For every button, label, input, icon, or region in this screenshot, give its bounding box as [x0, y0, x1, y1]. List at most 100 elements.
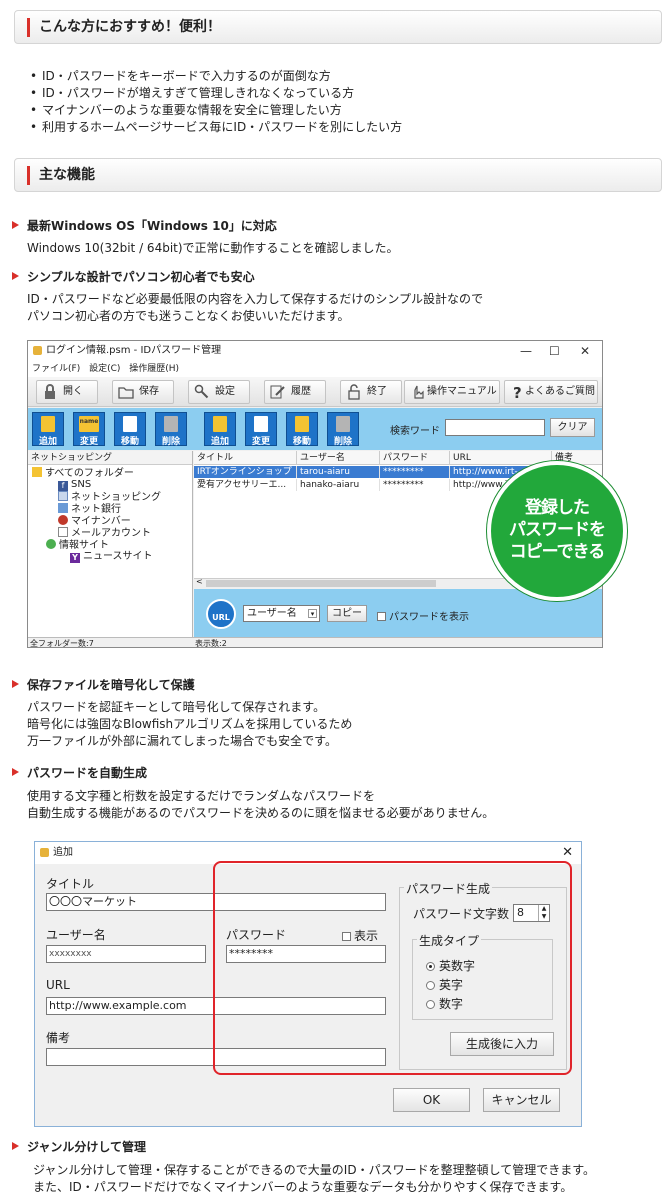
feature-desc: ID・パスワードなど必要最低限の内容を入力して保存するだけのシンプル設計なので … — [27, 291, 483, 325]
yahoo-icon: Y — [70, 553, 80, 563]
search-input[interactable] — [445, 419, 545, 436]
copy-button[interactable]: コピー — [327, 605, 367, 622]
card-icon — [58, 503, 68, 513]
column-header[interactable]: タイトル — [194, 451, 297, 465]
tree-label: マイナンバー — [71, 516, 131, 527]
close-button[interactable]: ✕ — [580, 341, 590, 361]
menu-settings[interactable]: 設定(C) — [89, 364, 120, 374]
section-header-features: 主な機能 — [14, 158, 662, 192]
folder-move-button[interactable]: 移動 — [114, 412, 146, 447]
note-label: 備考 — [46, 1031, 71, 1045]
scroll-thumb[interactable] — [206, 580, 436, 587]
show-password-toggle[interactable]: パスワードを表示 — [377, 608, 469, 623]
op-label: 追加 — [210, 437, 229, 447]
item-delete-button[interactable]: 削除 — [327, 412, 359, 447]
desc-line: ジャンル分けして管理・保存することができるので大量のID・パスワードを整理整頓し… — [33, 1163, 596, 1177]
folder-icon — [118, 387, 134, 399]
clear-button[interactable]: クリア — [550, 418, 595, 437]
op-label: 削除 — [161, 437, 180, 447]
table-cell[interactable]: ********* — [380, 466, 450, 478]
minimize-button[interactable]: — — [520, 341, 532, 361]
table-cell[interactable]: IRTオンラインショップ — [194, 466, 297, 478]
op-label: 変更 — [79, 437, 98, 447]
item-add-button[interactable]: 追加 — [204, 412, 236, 447]
tree-label: ネット銀行 — [71, 504, 121, 515]
feature-desc: Windows 10(32bit / 64bit)で正常に動作することを確認しま… — [27, 240, 399, 257]
feature-desc: 使用する文字種と桁数を設定するだけでランダムなパスワードを 自動生成する機能があ… — [27, 788, 494, 822]
desc-line: Windows 10(32bit / 64bit)で正常に動作することを確認しま… — [27, 241, 399, 255]
scroll-left-icon[interactable]: < — [196, 577, 203, 586]
folder-icon — [32, 467, 42, 477]
faq-button[interactable]: ? よくあるご質問 — [504, 380, 598, 404]
dialog-title: 追加 — [53, 847, 73, 858]
highlight-frame — [213, 861, 572, 1075]
username-input[interactable]: xxxxxxxx — [46, 945, 206, 963]
tree-label: メールアカウント — [71, 528, 151, 539]
lock-icon — [33, 346, 42, 355]
status-folder-count: 全フォルダー数:7 — [30, 639, 94, 648]
move-icon — [123, 416, 137, 432]
history-button[interactable]: 履歴 — [264, 380, 326, 404]
folder-icon — [41, 416, 55, 432]
document-icon — [213, 416, 227, 432]
tree-item-news[interactable]: Y ニュースサイト — [70, 551, 153, 563]
accent-bar — [27, 166, 30, 185]
table-cell[interactable]: hanako-aiaru — [297, 479, 380, 491]
recommend-list: ID・パスワードをキーボードで入力するのが面倒な方 ID・パスワードが増えすぎて… — [30, 68, 402, 136]
folder-add-button[interactable]: 追加 — [32, 412, 64, 447]
checkbox-label: パスワードを表示 — [389, 612, 469, 623]
tree-label: 情報サイト — [59, 540, 109, 551]
triangle-icon — [12, 221, 19, 229]
tree-item-sns[interactable]: f SNS — [58, 479, 91, 491]
op-label: 移動 — [292, 437, 311, 447]
settings-button[interactable]: 設定 — [188, 380, 250, 404]
tree-header: ネットショッピング — [28, 451, 192, 465]
triangle-icon — [12, 1142, 19, 1150]
desc-line: パスワードを認証キーとして暗号化して保存されます。 — [27, 700, 326, 714]
status-display-count: 表示数:2 — [195, 639, 227, 648]
menu-history[interactable]: 操作履歴(H) — [129, 364, 179, 374]
triangle-icon — [12, 272, 19, 280]
field-select[interactable]: ユーザー名 ▾ — [243, 605, 320, 622]
folder-delete-button[interactable]: 削除 — [155, 412, 187, 447]
key-icon — [194, 384, 209, 399]
copy-feature-badge: 登録した パスワードを コピーできる — [487, 461, 627, 601]
toolbar: 開く 保存 設定 履歴 終了 操作マニュアル ? よくあるご質問 — [28, 377, 602, 407]
maximize-button[interactable]: ☐ — [549, 341, 560, 361]
feature-title-text: ジャンル分けして管理 — [27, 1140, 147, 1154]
desc-line: 自動生成する機能があるのでパスワードを決めるのに頭を悩ませる必要がありません。 — [27, 806, 495, 820]
save-button[interactable]: 保存 — [112, 380, 174, 404]
desc-line: パソコン初心者の方でも迷うことなくお使いいただけます。 — [27, 309, 350, 323]
chevron-down-icon: ▾ — [308, 609, 317, 618]
ok-button[interactable]: OK — [393, 1088, 470, 1112]
mail-icon — [58, 527, 68, 537]
item-move-button[interactable]: 移動 — [286, 412, 318, 447]
exit-button[interactable]: 終了 — [340, 380, 402, 404]
menu-file[interactable]: ファイル(F) — [32, 364, 80, 374]
table-cell[interactable]: ********* — [380, 479, 450, 491]
op-label: 移動 — [120, 437, 139, 447]
column-header[interactable]: ユーザー名 — [297, 451, 380, 465]
op-label: 変更 — [251, 437, 270, 447]
hand-icon — [414, 385, 424, 399]
feature-title-text: シンプルな設計でパソコン初心者でも安心 — [27, 270, 255, 284]
column-header[interactable]: パスワード — [380, 451, 450, 465]
table-cell[interactable]: 愛有アクセサリーエ... — [194, 479, 297, 491]
facebook-icon: f — [58, 481, 68, 491]
feature-title: 最新Windows OS「Windows 10」に対応 — [12, 218, 277, 234]
item-edit-button[interactable]: 変更 — [245, 412, 277, 447]
manual-button[interactable]: 操作マニュアル — [404, 380, 500, 404]
checkbox[interactable] — [377, 612, 386, 621]
table-cell[interactable]: tarou-aiaru — [297, 466, 380, 478]
status-bar: 全フォルダー数:7 表示数:2 — [28, 637, 602, 648]
cancel-button[interactable]: キャンセル — [483, 1088, 560, 1112]
badge-line: 登録した — [525, 498, 590, 518]
folder-edit-button[interactable]: name 変更 — [73, 412, 105, 447]
open-button[interactable]: 開く — [36, 380, 98, 404]
section-title: 主な機能 — [39, 167, 95, 183]
cart-icon — [58, 491, 68, 501]
url-button[interactable]: URL — [206, 599, 236, 629]
toolbar-label: 履歴 — [291, 386, 311, 397]
feature-title-text: 保存ファイルを暗号化して保護 — [27, 678, 195, 692]
section-title: こんな方におすすめ！便利！ — [39, 19, 221, 35]
